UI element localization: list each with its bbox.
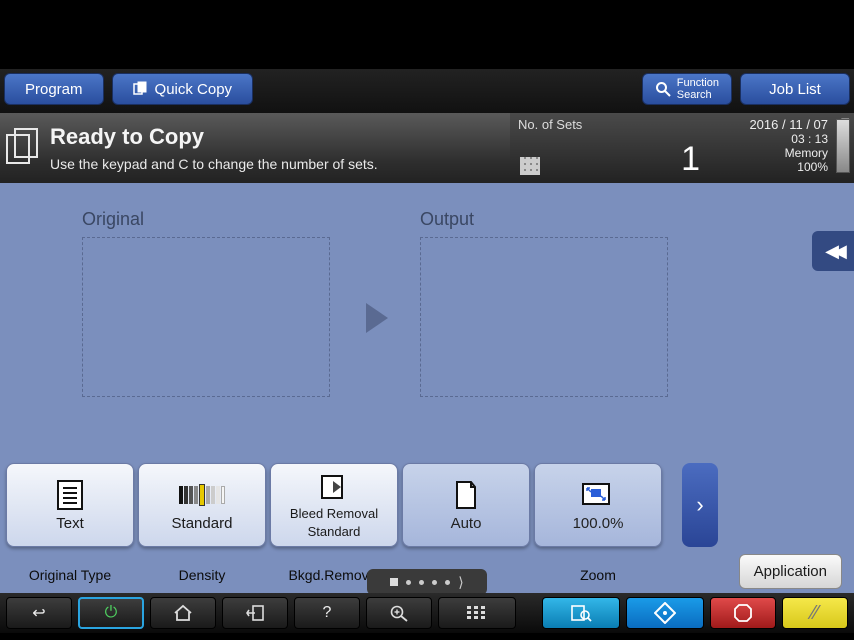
memory-label: Memory	[710, 146, 828, 160]
label-density: Density	[138, 567, 266, 591]
keypad-button[interactable]	[438, 597, 516, 629]
label-zoom: Zoom	[534, 567, 662, 591]
output-preview	[420, 237, 668, 397]
exit-button[interactable]	[222, 597, 288, 629]
magnify-plus-icon	[388, 604, 410, 622]
status-bar: Ready to Copy Use the keypad and C to ch…	[0, 113, 854, 183]
expand-panel-tab[interactable]: ◀◀	[812, 231, 854, 271]
application-button[interactable]: Application	[739, 554, 842, 589]
original-preview	[82, 237, 330, 397]
preview-area: Original Output	[0, 183, 854, 463]
exit-icon	[245, 604, 265, 622]
time-text: 03 : 13	[710, 132, 828, 146]
preview-button[interactable]	[542, 597, 620, 629]
memory-value: 100%	[710, 160, 828, 174]
back-button[interactable]: ↩	[6, 597, 72, 629]
date-text: 2016 / 11 / 07	[710, 117, 828, 132]
power-icon: ⏻	[105, 604, 118, 622]
keypad-icon	[466, 605, 488, 621]
quick-copy-label: Quick Copy	[155, 81, 233, 98]
chevron-left-double-icon: ◀◀	[825, 241, 841, 262]
zoom-icon	[581, 479, 615, 511]
enlarge-button[interactable]	[366, 597, 432, 629]
chevron-right-icon: ⟩	[458, 574, 463, 591]
top-bar: Program Quick Copy Function Search Job L…	[0, 69, 854, 113]
status-title: Ready to Copy	[50, 124, 378, 150]
density-icon	[179, 479, 225, 511]
label-original-type: Original Type	[6, 567, 134, 591]
preview-icon	[570, 604, 592, 622]
stop-icon	[733, 603, 753, 623]
text-icon	[56, 479, 84, 511]
paper-icon	[454, 479, 478, 511]
arrow-icon	[366, 303, 388, 333]
page-dot-active	[390, 578, 398, 586]
chevron-right-icon: ›	[696, 492, 703, 518]
help-icon: ?	[323, 604, 332, 622]
memory-bar-icon	[836, 119, 850, 173]
option-zoom[interactable]: 100.0%	[534, 463, 662, 547]
option-original-type[interactable]: Text	[6, 463, 134, 547]
bleed-removal-icon	[319, 471, 349, 503]
reset-button[interactable]: ⁄⁄	[782, 597, 848, 629]
function-search-button[interactable]: Function Search	[642, 73, 732, 105]
start-icon	[654, 602, 676, 624]
search-icon	[655, 81, 671, 97]
sets-panel: No. of Sets 1	[510, 113, 710, 183]
program-button[interactable]: Program	[4, 73, 104, 105]
option-paper[interactable]: Auto	[402, 463, 530, 547]
app-root: Program Quick Copy Function Search Job L…	[0, 69, 854, 633]
sets-value: 1	[681, 140, 700, 179]
job-list-button[interactable]: Job List	[740, 73, 850, 105]
home-icon	[173, 604, 193, 622]
system-meta: ▦ 2016 / 11 / 07 03 : 13 Memory 100%	[710, 113, 854, 183]
quick-copy-button[interactable]: Quick Copy	[112, 73, 254, 105]
document-icon	[6, 128, 42, 168]
power-button[interactable]: ⏻	[78, 597, 144, 629]
option-bkgd-removal[interactable]: Bleed Removal Standard	[270, 463, 398, 547]
option-density[interactable]: Standard	[138, 463, 266, 547]
stop-button[interactable]	[710, 597, 776, 629]
help-button[interactable]: ?	[294, 597, 360, 629]
status-subtitle: Use the keypad and C to change the numbe…	[50, 156, 378, 172]
documents-icon	[133, 81, 149, 97]
start-button[interactable]	[626, 597, 704, 629]
home-button[interactable]	[150, 597, 216, 629]
keypad-icon[interactable]	[520, 157, 540, 175]
original-label: Original	[82, 209, 144, 230]
program-label: Program	[25, 81, 83, 98]
page-indicator[interactable]: ⟩	[367, 569, 487, 595]
more-options-button[interactable]: ›	[682, 463, 718, 547]
options-row: Text Standard Bleed Removal Standard Aut…	[6, 463, 848, 563]
sets-label: No. of Sets	[518, 117, 582, 132]
reset-icon: ⁄⁄	[812, 602, 819, 625]
back-icon: ↩	[32, 603, 45, 623]
bottom-toolbar: ↩ ⏻ ? ⁄⁄	[0, 593, 854, 633]
output-label: Output	[420, 209, 474, 230]
